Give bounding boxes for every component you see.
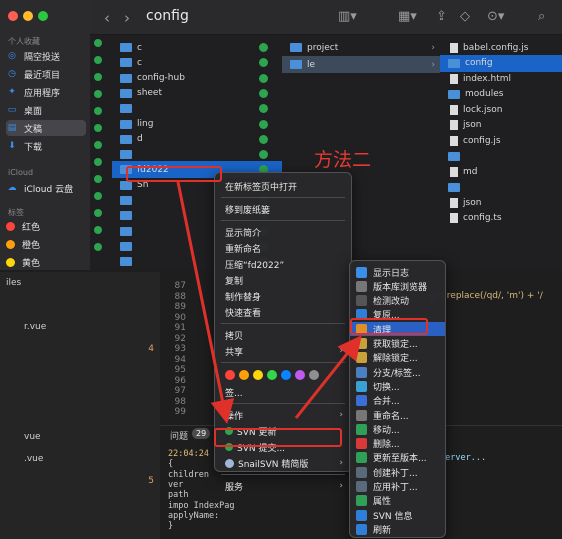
annotation-arrows	[176, 181, 362, 424]
arrow-to-cleanup	[294, 335, 362, 419]
arrow-to-snailsvn	[176, 181, 235, 424]
